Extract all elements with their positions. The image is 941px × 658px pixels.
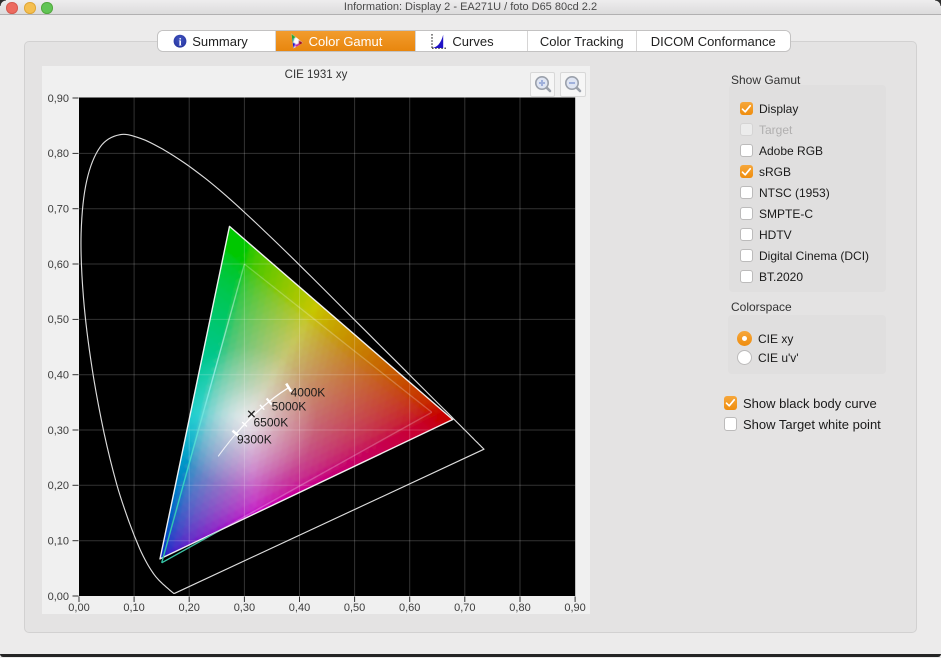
- svg-text:0,40: 0,40: [48, 370, 69, 382]
- svg-text:4000K: 4000K: [291, 385, 326, 399]
- svg-text:0,20: 0,20: [48, 480, 69, 492]
- svg-text:6500K: 6500K: [254, 416, 289, 430]
- svg-text:0,60: 0,60: [399, 602, 420, 614]
- svg-text:0,50: 0,50: [48, 314, 69, 326]
- svg-text:0,80: 0,80: [509, 602, 530, 614]
- svg-text:0,60: 0,60: [48, 259, 69, 271]
- svg-text:0,00: 0,00: [48, 591, 69, 603]
- svg-text:5000K: 5000K: [272, 400, 307, 414]
- svg-text:0,70: 0,70: [48, 204, 69, 216]
- svg-text:9300K: 9300K: [237, 433, 272, 447]
- svg-text:0,90: 0,90: [48, 93, 69, 105]
- svg-text:0,00: 0,00: [68, 602, 89, 614]
- svg-text:0,20: 0,20: [178, 602, 199, 614]
- svg-text:0,40: 0,40: [289, 602, 310, 614]
- svg-text:0,70: 0,70: [454, 602, 475, 614]
- svg-text:i: i: [179, 36, 182, 48]
- svg-text:0,90: 0,90: [564, 602, 585, 614]
- svg-text:0,80: 0,80: [48, 148, 69, 160]
- svg-text:0,50: 0,50: [344, 602, 365, 614]
- svg-text:0,30: 0,30: [234, 602, 255, 614]
- svg-text:0,10: 0,10: [123, 602, 144, 614]
- svg-text:0,10: 0,10: [48, 536, 69, 548]
- svg-text:0,30: 0,30: [48, 425, 69, 437]
